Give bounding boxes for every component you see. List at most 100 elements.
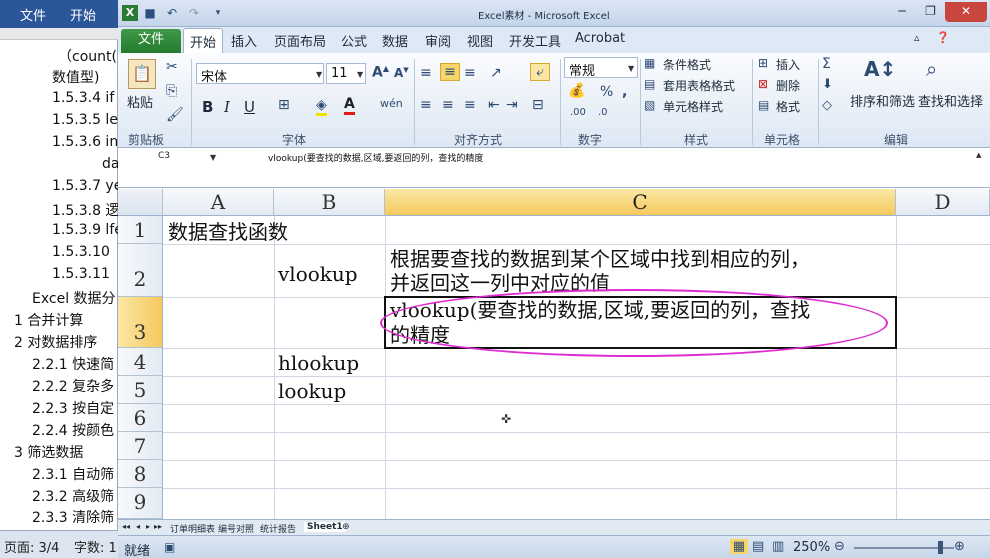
format-cells-icon[interactable]: ▤: [758, 98, 769, 112]
font-name-select[interactable]: 宋体: [196, 63, 324, 85]
row-header-9[interactable]: 9: [118, 488, 163, 519]
zoom-in-icon[interactable]: ⊕: [954, 539, 965, 554]
new-sheet-icon[interactable]: ⊕: [342, 522, 350, 532]
underline-button[interactable]: U: [244, 98, 255, 116]
cell-styles-icon[interactable]: ▧: [644, 98, 655, 112]
ribbon-minimize-icon[interactable]: ▵: [914, 31, 920, 44]
help-icon[interactable]: ❓: [936, 31, 950, 44]
conditional-format-icon[interactable]: ▦: [644, 56, 655, 70]
cell-b4[interactable]: hlookup: [278, 351, 359, 375]
find-select-button[interactable]: 查找和选择: [918, 91, 983, 110]
border-icon[interactable]: ⊞: [278, 97, 290, 113]
cell-c2-line-1[interactable]: 根据要查找的数据到某个区域中找到相应的列，: [390, 247, 810, 271]
maximize-button[interactable]: ❐: [917, 2, 944, 22]
format-button[interactable]: 格式: [776, 98, 800, 115]
word-tab-file[interactable]: 文件: [20, 5, 46, 24]
page-layout-view-icon[interactable]: ▤: [752, 539, 764, 554]
word-page-count[interactable]: 页面: 3/4: [4, 537, 59, 556]
quick-access-dropdown-icon[interactable]: ▾: [210, 5, 226, 21]
align-right-icon[interactable]: ≡: [464, 97, 476, 113]
font-color-icon[interactable]: A: [344, 96, 355, 115]
select-all-corner[interactable]: [118, 189, 163, 216]
tab-view[interactable]: 视图: [467, 31, 493, 50]
grow-font-icon[interactable]: A▲: [372, 64, 389, 81]
conditional-format-button[interactable]: 条件格式: [663, 56, 711, 73]
format-painter-icon[interactable]: 🖌: [166, 107, 184, 123]
chevron-down-icon[interactable]: ▼: [316, 70, 322, 79]
table-format-icon[interactable]: ▤: [644, 77, 655, 91]
sheet-tab-report[interactable]: 统计报告: [260, 522, 296, 535]
tab-review[interactable]: 审阅: [425, 31, 451, 50]
row-header-3[interactable]: 3: [118, 297, 163, 348]
percent-icon[interactable]: %: [600, 84, 613, 100]
tab-acrobat[interactable]: Acrobat: [575, 31, 625, 46]
row-header-7[interactable]: 7: [118, 432, 163, 460]
zoom-out-icon[interactable]: ⊖: [834, 539, 845, 554]
cell-a1[interactable]: 数据查找函数: [168, 220, 288, 244]
paste-icon[interactable]: 📋: [128, 59, 156, 89]
tab-formulas[interactable]: 公式: [341, 31, 367, 50]
delete-cells-icon[interactable]: ⊠: [758, 77, 768, 91]
sheet-tab-orders[interactable]: 订单明细表: [170, 522, 215, 535]
chevron-down-icon[interactable]: ▼: [210, 153, 216, 162]
tab-data[interactable]: 数据: [382, 31, 408, 50]
page-break-view-icon[interactable]: ▥: [772, 539, 784, 554]
save-icon[interactable]: ■: [142, 5, 158, 21]
copy-icon[interactable]: ⎘: [166, 83, 177, 99]
align-top-icon[interactable]: ≡: [420, 65, 432, 81]
increase-indent-icon[interactable]: ⇥: [506, 97, 518, 113]
column-header-d[interactable]: D: [896, 189, 990, 216]
format-as-table-button[interactable]: 套用表格格式: [663, 77, 735, 94]
tab-insert[interactable]: 插入: [231, 31, 257, 50]
shrink-font-icon[interactable]: A▼: [394, 66, 409, 80]
decrease-indent-icon[interactable]: ⇤: [488, 97, 500, 113]
align-left-icon[interactable]: ≡: [420, 97, 432, 113]
binoculars-icon[interactable]: ⌕: [926, 57, 937, 81]
sort-filter-button[interactable]: 排序和筛选: [850, 91, 915, 110]
fill-color-icon[interactable]: ◈: [316, 97, 327, 116]
clear-icon[interactable]: ◇: [822, 98, 832, 113]
undo-icon[interactable]: ↶: [164, 5, 180, 21]
minimize-button[interactable]: ─: [888, 2, 916, 22]
cell-b5[interactable]: lookup: [278, 379, 346, 403]
align-middle-icon[interactable]: ≡: [440, 63, 460, 81]
next-sheet-icon[interactable]: ▸: [146, 522, 150, 531]
paste-button[interactable]: 粘贴: [127, 92, 153, 111]
align-center-icon[interactable]: ≡: [442, 97, 454, 113]
chevron-down-icon[interactable]: ▼: [628, 64, 634, 73]
column-header-a[interactable]: A: [163, 189, 274, 216]
first-sheet-icon[interactable]: ◂◂: [122, 522, 130, 531]
word-word-count[interactable]: 字数: 1: [74, 537, 117, 556]
align-bottom-icon[interactable]: ≡: [464, 65, 476, 81]
cut-icon[interactable]: ✂: [166, 59, 178, 75]
tab-page-layout[interactable]: 页面布局: [274, 31, 326, 50]
row-header-2[interactable]: 2: [118, 244, 163, 297]
worksheet-grid[interactable]: A B C D 1 2 3 4 5 6 7 8 9 数据查找函数 vlookup…: [118, 189, 990, 519]
chevron-down-icon[interactable]: ▼: [357, 70, 363, 79]
italic-button[interactable]: I: [224, 98, 230, 116]
prev-sheet-icon[interactable]: ◂: [136, 522, 140, 531]
row-header-8[interactable]: 8: [118, 460, 163, 488]
sort-filter-icon[interactable]: A↕: [864, 57, 896, 81]
zoom-level[interactable]: 250%: [793, 540, 830, 555]
row-header-6[interactable]: 6: [118, 404, 163, 432]
wrap-text-icon[interactable]: ⤶: [530, 63, 550, 81]
tab-developer[interactable]: 开发工具: [509, 31, 561, 50]
increase-decimal-icon[interactable]: .00: [570, 107, 586, 118]
excel-app-icon[interactable]: X: [122, 5, 138, 21]
autosum-icon[interactable]: Σ: [822, 56, 831, 72]
decrease-decimal-icon[interactable]: .0: [598, 107, 608, 118]
comma-style-icon[interactable]: ,: [622, 84, 627, 100]
merge-center-icon[interactable]: ⊟: [532, 97, 544, 113]
phonetic-guide-icon[interactable]: wén: [380, 97, 403, 110]
cell-b2[interactable]: vlookup: [278, 262, 358, 286]
cell-styles-button[interactable]: 单元格样式: [663, 98, 723, 115]
name-box[interactable]: C3: [120, 151, 220, 165]
formula-input[interactable]: vlookup(要查找的数据,区域,要返回的列，查找的精度: [268, 151, 483, 164]
redo-icon[interactable]: ↷: [186, 5, 202, 21]
insert-cells-icon[interactable]: ⊞: [758, 56, 768, 70]
macro-record-icon[interactable]: ▣: [164, 540, 175, 554]
fill-icon[interactable]: ⬇: [822, 77, 833, 92]
zoom-slider-thumb[interactable]: [938, 541, 943, 554]
tab-home[interactable]: 开始: [183, 28, 224, 54]
